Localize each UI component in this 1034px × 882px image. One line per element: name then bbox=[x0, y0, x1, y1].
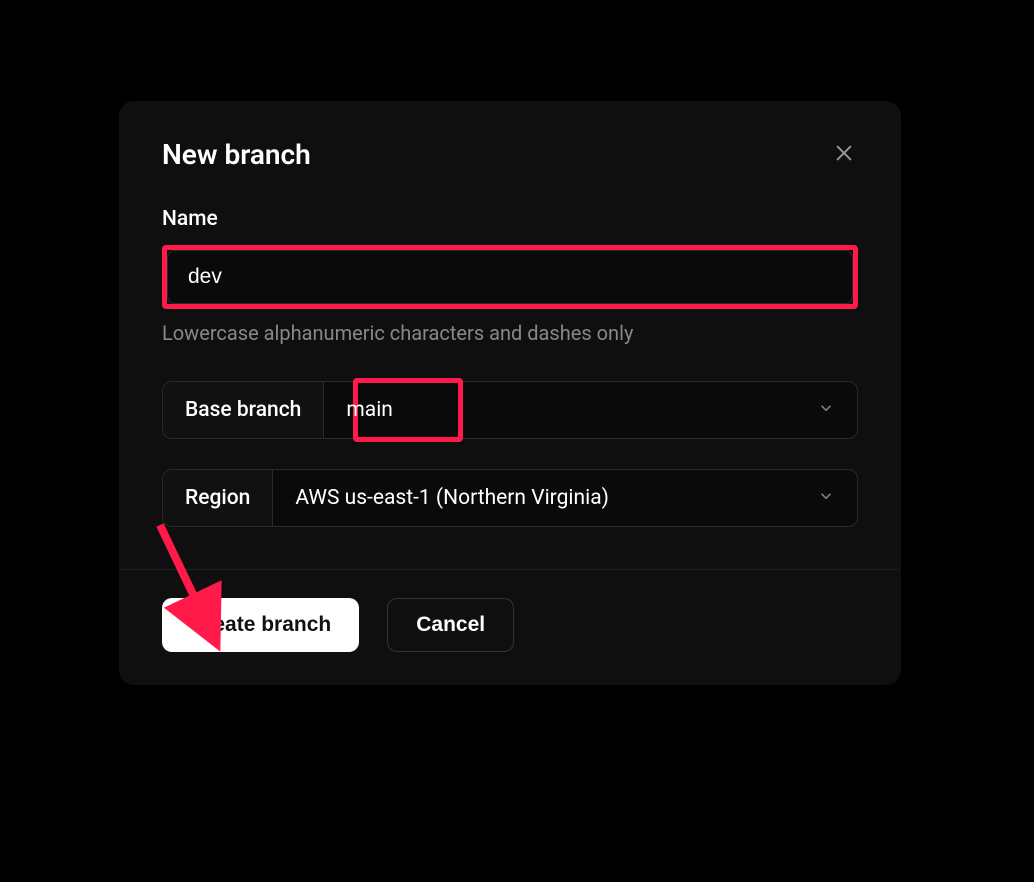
base-branch-value-wrap[interactable]: main bbox=[324, 382, 857, 438]
base-branch-value: main bbox=[346, 398, 393, 422]
name-input[interactable] bbox=[167, 250, 853, 304]
region-label: Region bbox=[163, 470, 273, 526]
modal-footer: Create branch Cancel bbox=[120, 569, 900, 684]
modal-title: New branch bbox=[162, 138, 311, 171]
cancel-button[interactable]: Cancel bbox=[387, 598, 514, 652]
name-input-highlight bbox=[162, 245, 858, 309]
modal-header: New branch bbox=[120, 102, 900, 171]
region-value: AWS us-east-1 (Northern Virginia) bbox=[295, 486, 609, 510]
new-branch-modal: New branch Name Lowercase alphanumeric c… bbox=[120, 102, 900, 684]
create-branch-button[interactable]: Create branch bbox=[162, 598, 359, 652]
base-branch-label: Base branch bbox=[163, 382, 324, 438]
name-label: Name bbox=[162, 207, 858, 231]
chevron-down-icon bbox=[817, 487, 835, 509]
modal-body: Name Lowercase alphanumeric characters a… bbox=[120, 171, 900, 569]
name-helper-text: Lowercase alphanumeric characters and da… bbox=[162, 321, 858, 345]
region-value-wrap[interactable]: AWS us-east-1 (Northern Virginia) bbox=[273, 470, 857, 526]
region-select[interactable]: Region AWS us-east-1 (Northern Virginia) bbox=[162, 469, 858, 527]
close-button[interactable] bbox=[830, 141, 858, 169]
base-branch-select[interactable]: Base branch main bbox=[162, 381, 858, 439]
chevron-down-icon bbox=[817, 399, 835, 421]
close-icon bbox=[833, 142, 855, 168]
